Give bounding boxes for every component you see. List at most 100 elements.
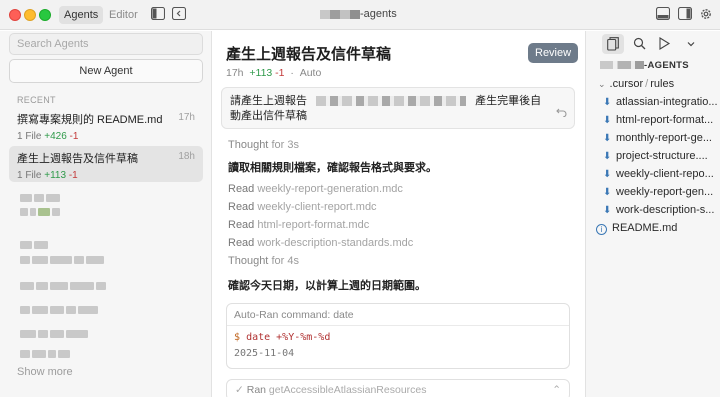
prompt-line-1: 請產生上週報告 產生完畢後自 xyxy=(230,94,566,109)
redacted-agent-title[interactable] xyxy=(20,191,62,205)
close-window-button[interactable] xyxy=(9,9,21,21)
markdown-file-icon: ⬇ xyxy=(603,151,612,162)
additions-count: +113 xyxy=(249,67,273,79)
agents-sidebar: New Agent RECENT 撰寫專案規則的 README.md 17h 1… xyxy=(0,31,212,397)
read-verb: Read xyxy=(228,201,255,213)
read-file-name: weekly-report-generation.mdc xyxy=(257,183,403,195)
file-count: 1 File xyxy=(17,170,42,181)
ran-label: Ran xyxy=(246,384,266,396)
assistant-step: 確認今天日期，以計算上週的日期範圍。 xyxy=(228,280,426,292)
check-icon: ✓ xyxy=(235,384,244,396)
file-name: README.md xyxy=(612,222,678,234)
markdown-file-icon: ⬇ xyxy=(603,205,612,216)
settings-gear-icon[interactable] xyxy=(699,7,713,20)
file-item[interactable]: ⬇ weekly-report-gen... xyxy=(603,184,713,200)
read-file-step[interactable]: Read weekly-report-generation.mdc xyxy=(228,183,403,195)
prompt-text-end: 產生完畢後自 xyxy=(475,95,542,107)
folder-cursor-rules[interactable]: ⌄ .cursor / rules xyxy=(598,76,674,92)
redacted-agent-title[interactable] xyxy=(20,347,72,361)
new-agent-button[interactable]: New Agent xyxy=(9,59,203,83)
redacted-agent-title[interactable] xyxy=(20,279,108,293)
layout-right-panel-icon[interactable] xyxy=(678,7,692,20)
command-line: $ date +%Y-%m-%d xyxy=(227,332,569,343)
agent-list-item-selected[interactable]: 產生上週報告及信件草稿 18h 1 File +113 -1 xyxy=(9,146,203,182)
file-explorer-panel: -AGENTS ⌄ .cursor / rules ⬇ atlassian-integr… xyxy=(585,31,720,397)
minimize-window-button[interactable] xyxy=(24,9,36,21)
redacted-agent-title[interactable] xyxy=(20,238,50,252)
file-item[interactable]: ⬇ monthly-report-ge... xyxy=(603,130,712,146)
search-icon[interactable] xyxy=(628,34,650,54)
user-prompt[interactable]: 請產生上週報告 產生完畢後自 動產出信件草稿 xyxy=(221,87,575,129)
file-item[interactable]: ⬇ html-report-format... xyxy=(603,112,713,128)
agent-diff-summary: 1 File +113 -1 xyxy=(17,170,195,181)
agent-title: 產生上週報告及信件草稿 xyxy=(17,153,138,165)
recent-section-label: RECENT xyxy=(17,95,56,105)
conversation-meta: 17h +113 -1 · Auto xyxy=(226,67,322,79)
agent-time: 18h xyxy=(178,151,195,162)
agent-title: 撰寫專案規則的 README.md xyxy=(17,114,163,126)
project-root[interactable]: -AGENTS xyxy=(600,58,689,74)
file-count: 1 File xyxy=(17,131,42,142)
thought-label: Thought xyxy=(228,255,269,267)
shell-prompt: $ xyxy=(234,332,241,343)
read-file-name: work-description-standards.mdc xyxy=(257,237,414,249)
back-panel-icon[interactable] xyxy=(172,7,186,20)
read-file-name: weekly-client-report.mdc xyxy=(257,201,377,213)
show-more-link[interactable]: Show more xyxy=(17,366,73,378)
chevron-down-icon[interactable] xyxy=(680,34,702,54)
thought-indicator[interactable]: Thought for 4s xyxy=(228,255,299,267)
file-name: atlassian-integratio... xyxy=(616,96,718,108)
command-header: Auto-Ran command: date xyxy=(227,304,569,326)
tool-function-name: getAccessibleAtlassianResources xyxy=(268,384,427,396)
redacted-text xyxy=(600,61,644,70)
expand-chevron-icon[interactable]: ⌃ xyxy=(552,380,561,397)
markdown-file-icon: ⬇ xyxy=(603,97,612,108)
additions-count: +426 xyxy=(44,131,67,142)
read-file-step[interactable]: Read html-report-format.mdc xyxy=(228,219,369,231)
tab-agents[interactable]: Agents xyxy=(59,6,104,24)
tool-call-collapsed[interactable]: ✓ Ran getAccessibleAtlassianResources ⌃ xyxy=(226,379,570,397)
markdown-file-icon: ⬇ xyxy=(603,169,612,180)
agent-time: 17h xyxy=(178,112,195,123)
file-name: monthly-report-ge... xyxy=(616,132,712,144)
title-bar: Agents Editor -agents xyxy=(0,0,720,30)
markdown-file-icon: ⬇ xyxy=(603,115,612,126)
layout-bottom-panel-icon[interactable] xyxy=(656,7,670,20)
agent-conversation: 產生上週報告及信件草稿 Review 17h +113 -1 · Auto 請產… xyxy=(213,31,585,397)
run-debug-icon[interactable] xyxy=(654,34,676,54)
readme-file-item[interactable]: i README.md xyxy=(596,220,677,236)
file-item[interactable]: ⬇ work-description-s... xyxy=(603,202,714,218)
agent-diff-summary: 1 File +426 -1 xyxy=(17,131,195,142)
file-item[interactable]: ⬇ weekly-client-repo... xyxy=(603,166,714,182)
read-file-step[interactable]: Read work-description-standards.mdc xyxy=(228,237,413,249)
redacted-agent-title[interactable] xyxy=(20,327,90,341)
file-name: html-report-format... xyxy=(616,114,714,126)
thought-duration: for 3s xyxy=(271,139,299,151)
redacted-text xyxy=(316,96,467,107)
info-icon: i xyxy=(596,224,607,235)
deletions-count: -1 xyxy=(68,170,78,181)
zoom-window-button[interactable] xyxy=(39,9,51,21)
review-button[interactable]: Review xyxy=(528,43,579,63)
read-verb: Read xyxy=(228,237,255,249)
file-name: weekly-client-repo... xyxy=(616,168,714,180)
page-title: 產生上週報告及信件草稿 xyxy=(226,46,392,63)
search-agents-input[interactable] xyxy=(9,33,203,55)
file-item[interactable]: ⬇ atlassian-integratio... xyxy=(603,94,718,110)
mode-label: Auto xyxy=(299,67,322,79)
deletions-count: -1 xyxy=(69,131,79,142)
tab-editor[interactable]: Editor xyxy=(104,6,143,24)
redacted-agent-title[interactable] xyxy=(20,303,100,317)
terminal-command-block[interactable]: Auto-Ran command: date $ date +%Y-%m-%d … xyxy=(226,303,570,369)
file-item[interactable]: ⬇ project-structure.... xyxy=(603,148,708,164)
thought-indicator[interactable]: Thought for 3s xyxy=(228,139,299,151)
thought-label: Thought xyxy=(228,139,269,151)
files-tab-icon[interactable] xyxy=(602,34,624,54)
undo-icon[interactable] xyxy=(556,107,567,122)
agent-list-item[interactable]: 撰寫專案規則的 README.md 17h 1 File +426 -1 xyxy=(9,107,203,143)
elapsed-time: 17h xyxy=(226,67,244,79)
read-verb: Read xyxy=(228,183,255,195)
toggle-sidebar-icon[interactable] xyxy=(151,7,165,20)
read-file-step[interactable]: Read weekly-client-report.mdc xyxy=(228,201,377,213)
command-output: 2025-11-04 xyxy=(234,348,295,359)
